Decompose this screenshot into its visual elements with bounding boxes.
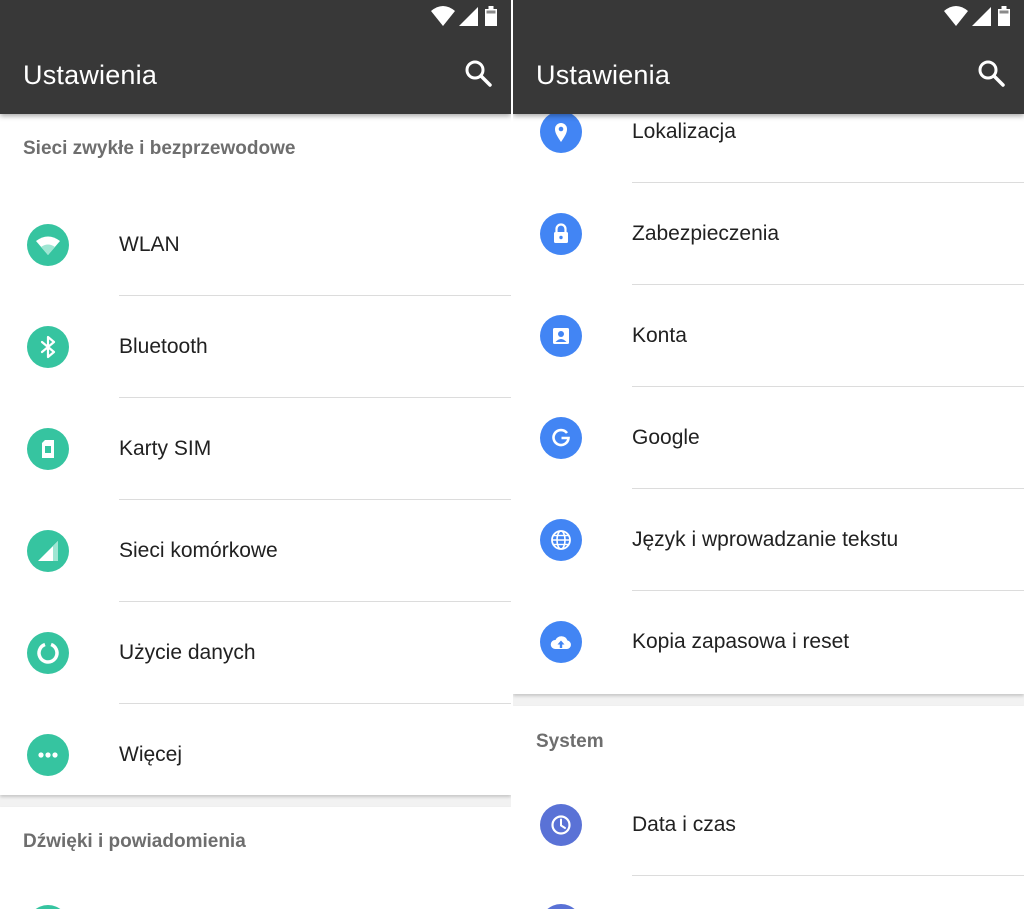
battery-icon bbox=[485, 6, 497, 26]
search-icon bbox=[465, 60, 492, 87]
search-icon bbox=[978, 60, 1005, 87]
wifi-icon bbox=[944, 6, 968, 26]
system-item-icon bbox=[540, 904, 582, 909]
account-icon bbox=[540, 315, 582, 357]
item-label: Język i wprowadzanie tekstu bbox=[632, 528, 899, 551]
cellular-signal-icon bbox=[27, 530, 69, 572]
clock-icon bbox=[540, 804, 582, 846]
settings-item-google[interactable]: Google bbox=[513, 387, 1024, 489]
item-label: Lokalizacja bbox=[632, 120, 736, 143]
settings-item-mobile-networks[interactable]: Sieci komórkowe bbox=[0, 500, 511, 602]
data-usage-icon bbox=[27, 632, 69, 674]
item-label: Kopia zapasowa i reset bbox=[632, 630, 850, 653]
settings-screen-right: Ustawienia Lokalizacja Zabezpieczenia Ko… bbox=[513, 0, 1024, 909]
app-bar: Ustawienia bbox=[0, 0, 511, 114]
item-label: Zabezpieczenia bbox=[632, 222, 780, 245]
status-bar bbox=[942, 5, 1012, 29]
system-card: System Data i czas bbox=[513, 706, 1024, 909]
settings-item-language-input[interactable]: Język i wprowadzanie tekstu bbox=[513, 489, 1024, 591]
item-label: Więcej bbox=[119, 743, 183, 766]
wifi-icon bbox=[431, 6, 455, 26]
google-icon bbox=[540, 417, 582, 459]
divider bbox=[632, 875, 1024, 876]
settings-item-backup-reset[interactable]: Kopia zapasowa i reset bbox=[513, 591, 1024, 693]
wireless-networks-card: Sieci zwykłe i bezprzewodowe WLAN Blueto… bbox=[0, 114, 511, 795]
item-label: Konta bbox=[632, 324, 687, 347]
search-button[interactable] bbox=[976, 58, 1006, 88]
section-header-wireless: Sieci zwykłe i bezprzewodowe bbox=[23, 138, 296, 159]
settings-item-date-time[interactable]: Data i czas bbox=[513, 774, 1024, 876]
lock-icon bbox=[540, 213, 582, 255]
settings-screen-left: Ustawienia Sieci zwykłe i bezprzewodowe … bbox=[0, 0, 511, 909]
section-header-system: System bbox=[536, 731, 604, 752]
item-label: Google bbox=[632, 426, 700, 449]
location-icon bbox=[540, 111, 582, 153]
item-label: Data i czas bbox=[632, 813, 736, 836]
app-title: Ustawienia bbox=[536, 60, 671, 90]
item-label: WLAN bbox=[119, 233, 180, 256]
item-label: Sieci komórkowe bbox=[119, 539, 278, 562]
sim-card-icon bbox=[27, 428, 69, 470]
status-bar bbox=[429, 5, 499, 29]
sound-item-icon bbox=[27, 905, 69, 909]
app-title: Ustawienia bbox=[23, 60, 158, 90]
wifi-icon bbox=[27, 224, 69, 266]
settings-item-wlan[interactable]: WLAN bbox=[0, 194, 511, 296]
item-label: Użycie danych bbox=[119, 641, 256, 664]
battery-icon bbox=[998, 6, 1010, 26]
settings-item-bluetooth[interactable]: Bluetooth bbox=[0, 296, 511, 398]
search-button[interactable] bbox=[463, 58, 493, 88]
cloud-upload-icon bbox=[540, 621, 582, 663]
section-header-sound: Dźwięki i powiadomienia bbox=[23, 831, 246, 852]
settings-item-accounts[interactable]: Konta bbox=[513, 285, 1024, 387]
signal-icon bbox=[459, 7, 478, 26]
signal-icon bbox=[972, 7, 991, 26]
app-bar: Ustawienia bbox=[513, 0, 1024, 114]
item-label: Bluetooth bbox=[119, 335, 208, 358]
sound-notifications-card: Dźwięki i powiadomienia bbox=[0, 807, 511, 909]
settings-item-sim-cards[interactable]: Karty SIM bbox=[0, 398, 511, 500]
bluetooth-icon bbox=[27, 326, 69, 368]
more-icon bbox=[27, 734, 69, 776]
item-label: Karty SIM bbox=[119, 437, 212, 460]
settings-item-data-usage[interactable]: Użycie danych bbox=[0, 602, 511, 704]
settings-item-security[interactable]: Zabezpieczenia bbox=[513, 183, 1024, 285]
globe-icon bbox=[540, 519, 582, 561]
settings-item-more[interactable]: Więcej bbox=[0, 704, 511, 806]
